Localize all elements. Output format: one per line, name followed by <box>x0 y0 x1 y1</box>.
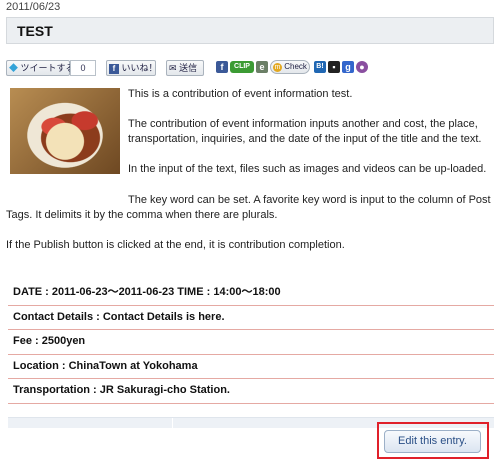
evernote-icon[interactable]: e <box>256 61 268 73</box>
event-location: Location : ChinaTown at Yokohama <box>8 355 494 379</box>
body-paragraph-2: The contribution of event information in… <box>128 118 482 145</box>
body-paragraph-3: In the input of the text, files such as … <box>128 163 487 175</box>
tweet-button-label: ツイートする <box>20 63 75 73</box>
event-contact: Contact Details : Contact Details is her… <box>8 306 494 330</box>
share-misc-icon[interactable]: ● <box>356 61 368 73</box>
hatena-bookmark-icon[interactable]: B! <box>314 61 326 73</box>
body-paragraph-4: The key word can be set. A favorite key … <box>6 194 491 221</box>
event-details-table: DATE : 2011-06-23～2011-06-23 TIME : 14:0… <box>8 281 494 404</box>
tweet-count: 0 <box>70 60 96 76</box>
send-button[interactable]: ✉ 送信 <box>166 60 204 76</box>
event-fee: Fee : 2500yen <box>8 330 494 355</box>
body-paragraph-5: If the Publish button is clicked at the … <box>6 239 345 251</box>
tweet-button[interactable]: ◆ ツイートする <box>6 60 75 76</box>
facebook-share-icon[interactable]: f <box>216 61 228 73</box>
like-button-label: いいね！ <box>121 63 158 73</box>
event-date-time: DATE : 2011-06-23～2011-06-23 TIME : 14:0… <box>8 281 494 306</box>
send-button-label: 送信 <box>179 63 198 73</box>
event-transportation: Transportation : JR Sakuragi-cho Station… <box>8 379 494 404</box>
body-paragraph-1: This is a contribution of event informat… <box>128 88 353 100</box>
delicious-icon[interactable]: ▪ <box>328 61 340 73</box>
mixi-check-button[interactable]: m Check <box>270 60 310 74</box>
entry-title-box: TEST <box>6 17 494 44</box>
entry-date: 2011/06/23 <box>6 1 61 13</box>
check-button-label: Check <box>284 62 307 71</box>
facebook-icon: f <box>109 64 119 74</box>
food-photo <box>10 88 120 174</box>
entry-title: TEST <box>17 23 53 39</box>
google-icon[interactable]: g <box>342 61 354 73</box>
send-icon: ✉ <box>169 63 177 73</box>
footer-divider <box>172 418 173 428</box>
clip-button[interactable]: CLIP <box>230 61 254 73</box>
edit-entry-button[interactable]: Edit this entry. <box>384 430 481 453</box>
twitter-bird-icon: ◆ <box>9 63 19 73</box>
check-icon: m <box>273 63 282 72</box>
like-button[interactable]: f いいね！ <box>106 60 158 76</box>
